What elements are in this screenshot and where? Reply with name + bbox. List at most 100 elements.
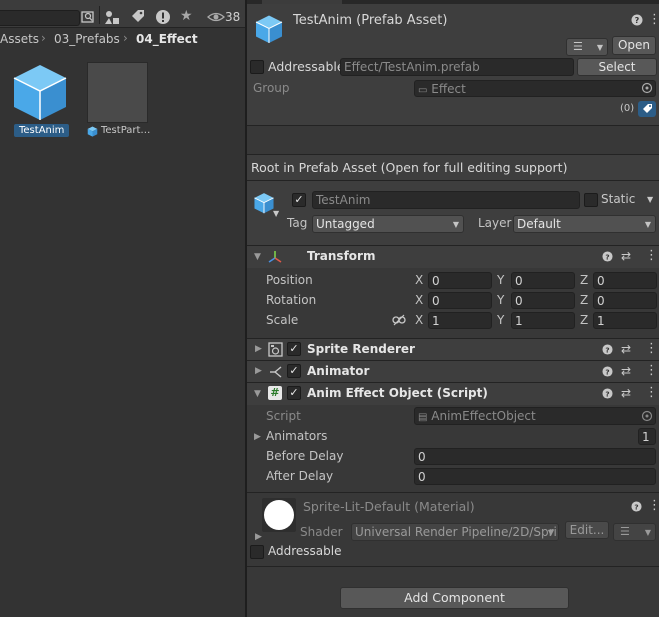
scale-x-field[interactable]: 1 [428, 312, 492, 329]
prefab-overrides-dropdown[interactable]: ☰ ▼ [566, 38, 608, 56]
help-icon[interactable]: ? [631, 501, 642, 512]
foldout-open-icon[interactable]: ▼ [254, 389, 261, 399]
material-addressable-checkbox[interactable] [250, 545, 264, 559]
labels-count: (0) [620, 103, 635, 114]
kebab-menu-icon[interactable]: ⋮ [645, 248, 658, 263]
script-field[interactable]: ▤ AnimEffectObject [414, 407, 656, 425]
rotation-y-field[interactable]: 0 [511, 292, 575, 309]
svg-text:?: ? [605, 389, 609, 398]
animator-enabled-checkbox[interactable]: ✓ [287, 364, 301, 378]
shader-dropdown[interactable]: Universal Render Pipeline/2D/Spri ▼ [351, 523, 559, 541]
help-icon[interactable]: ? [631, 14, 643, 26]
icon-dropdown-arrow[interactable]: ▼ [273, 209, 279, 218]
axis-y-label[interactable]: Y [497, 293, 504, 307]
edit-shader-button[interactable]: Edit... [565, 521, 609, 539]
static-dropdown-arrow[interactable]: ▼ [647, 195, 653, 204]
divider [247, 566, 659, 567]
foldout-closed-icon[interactable]: ▶ [255, 344, 262, 354]
svg-text:?: ? [635, 16, 640, 25]
axis-x-label[interactable]: X [415, 313, 423, 327]
axis-z-label[interactable]: Z [580, 313, 588, 327]
breadcrumb-item-prefabs[interactable]: 03_Prefabs [54, 32, 120, 46]
foldout-closed-icon[interactable]: ▶ [254, 432, 261, 442]
animators-count-field[interactable]: 1 [638, 428, 656, 445]
active-checkbox[interactable]: ✓ [292, 193, 306, 207]
foldout-closed-icon[interactable]: ▶ [255, 366, 262, 376]
filter-by-type-icon[interactable] [104, 9, 120, 25]
position-y-field[interactable]: 0 [511, 272, 575, 289]
static-label: Static [601, 192, 636, 206]
object-picker-icon[interactable] [641, 410, 653, 422]
position-x-field[interactable]: 0 [428, 272, 492, 289]
static-checkbox[interactable] [584, 193, 598, 207]
sprite-renderer-enabled-checkbox[interactable]: ✓ [287, 342, 301, 356]
visibility-eye-icon[interactable] [207, 9, 225, 25]
scale-z-field[interactable]: 1 [593, 312, 657, 329]
breadcrumb-item-assets[interactable]: Assets [0, 32, 39, 46]
addressable-checkbox[interactable] [250, 60, 264, 74]
axis-y-label[interactable]: Y [497, 313, 504, 327]
axis-x-label[interactable]: X [415, 273, 423, 287]
addressable-path-field[interactable]: Effect/TestAnim.prefab [340, 58, 574, 76]
position-z-field[interactable]: 0 [593, 272, 657, 289]
asset-item-testanim[interactable]: TestAnim [8, 60, 74, 140]
kebab-menu-icon[interactable]: ⋮ [648, 498, 659, 513]
project-panel: ★ 38 Assets › 03_Prefabs › 04_Effect Tes… [0, 0, 246, 617]
label-tag-icon[interactable] [638, 101, 656, 117]
select-button[interactable]: Select [577, 58, 657, 76]
asset-thumbnail [87, 62, 148, 123]
tag-label: Tag [287, 216, 308, 230]
group-field[interactable]: ▭ Effect [414, 80, 656, 97]
shader-options-dropdown[interactable]: ☰ ▼ [613, 523, 656, 541]
before-delay-field[interactable]: 0 [414, 448, 656, 465]
kebab-menu-icon[interactable]: ⋮ [645, 363, 658, 378]
axis-y-label[interactable]: Y [497, 273, 504, 287]
help-icon[interactable]: ? [602, 388, 613, 399]
scale-y-field[interactable]: 1 [511, 312, 575, 329]
constrain-proportions-link-icon[interactable] [392, 313, 406, 327]
axis-x-label[interactable]: X [415, 293, 423, 307]
foldout-open-icon[interactable]: ▼ [254, 252, 261, 262]
filter-by-label-icon[interactable] [130, 9, 146, 25]
root-notice-text: Root in Prefab Asset (Open for full edit… [251, 160, 568, 175]
object-picker-icon[interactable] [641, 82, 653, 94]
kebab-menu-icon[interactable]: ⋮ [648, 12, 659, 27]
open-button[interactable]: Open [612, 36, 656, 55]
help-icon[interactable]: ? [602, 251, 613, 262]
after-delay-field[interactable]: 0 [414, 468, 656, 485]
scale-label: Scale [266, 313, 299, 327]
breadcrumb-item-effect[interactable]: 04_Effect [136, 32, 198, 46]
asset-item-testpart[interactable]: TestPart… [84, 60, 154, 140]
foldout-closed-icon[interactable]: ▶ [255, 532, 262, 542]
axis-z-label[interactable]: Z [580, 293, 588, 307]
kebab-menu-icon[interactable]: ⋮ [645, 385, 658, 400]
rotation-z-field[interactable]: 0 [593, 292, 657, 309]
help-icon[interactable]: ? [602, 366, 613, 377]
material-preview[interactable] [262, 498, 296, 532]
scene-search-icon[interactable] [80, 9, 96, 25]
svg-text:?: ? [605, 252, 609, 261]
add-component-button[interactable]: Add Component [340, 587, 569, 609]
tag-dropdown[interactable]: Untagged ▼ [312, 215, 464, 233]
help-icon[interactable]: ? [602, 344, 613, 355]
script-value: AnimEffectObject [431, 409, 536, 423]
script-file-icon: ▤ [418, 412, 428, 423]
presets-icon[interactable]: ⇄ [621, 342, 631, 356]
animators-label[interactable]: Animators [266, 429, 327, 443]
chevron-right-icon: › [123, 31, 128, 45]
presets-icon[interactable]: ⇄ [621, 249, 631, 263]
favorite-star-icon[interactable]: ★ [180, 8, 196, 24]
gameobject-cube-icon[interactable] [253, 192, 275, 214]
anim-effect-enabled-checkbox[interactable]: ✓ [287, 386, 301, 400]
presets-icon[interactable]: ⇄ [621, 386, 631, 400]
after-delay-label: After Delay [266, 469, 334, 483]
layer-dropdown[interactable]: Default ▼ [513, 215, 656, 233]
gameobject-name-field[interactable]: TestAnim [312, 191, 580, 209]
tag-value: Untagged [316, 217, 375, 231]
rotation-x-field[interactable]: 0 [428, 292, 492, 309]
presets-icon[interactable]: ⇄ [621, 364, 631, 378]
warning-filter-icon[interactable] [155, 9, 171, 25]
axis-z-label[interactable]: Z [580, 273, 588, 287]
search-input[interactable] [0, 10, 80, 26]
kebab-menu-icon[interactable]: ⋮ [645, 341, 658, 356]
